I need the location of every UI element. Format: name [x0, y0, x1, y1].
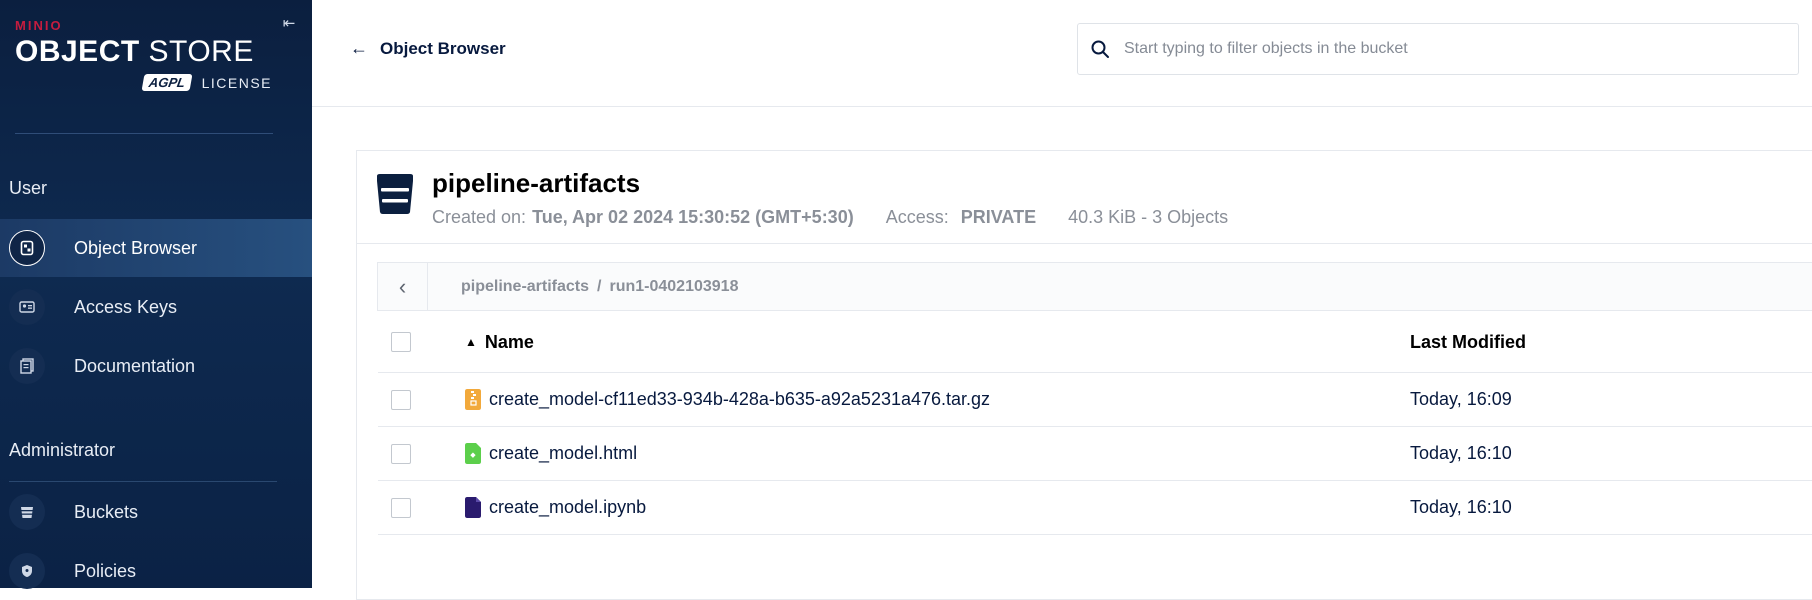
table-row[interactable]: create_model.ipynb Today, 16:10	[378, 481, 1812, 535]
back-to-object-browser-link[interactable]: ← Object Browser	[350, 38, 506, 59]
bucket-name: pipeline-artifacts	[432, 168, 641, 198]
page-header: ← Object Browser	[312, 0, 1812, 107]
access-keys-icon	[9, 289, 45, 325]
collapse-sidebar-icon[interactable]: ⇤	[277, 12, 301, 36]
object-name: create_model.html	[489, 443, 638, 463]
name-column-header[interactable]: ▲ Name	[465, 332, 534, 353]
access-label: Access:	[885, 207, 949, 227]
arrow-left-icon: ←	[350, 38, 368, 58]
object-name-cell[interactable]: ◆ create_model.html	[465, 443, 637, 464]
sidebar-item-buckets[interactable]: Buckets	[0, 483, 312, 541]
search-icon	[1091, 40, 1109, 58]
object-name-cell[interactable]: create_model-cf11ed33-934b-428a-b635-a92…	[465, 389, 990, 410]
object-name: create_model.ipynb	[489, 497, 647, 517]
logo-product: OBJECT STORE	[15, 35, 254, 68]
row-checkbox[interactable]	[391, 389, 411, 410]
sidebar-item-access-keys[interactable]: Access Keys	[0, 278, 312, 336]
back-link-label: Object Browser	[380, 38, 506, 58]
html-file-icon: ◆	[465, 443, 481, 464]
chevron-left-icon: ‹	[398, 273, 407, 299]
object-modified: Today, 16:09	[1410, 389, 1512, 409]
sort-ascending-icon: ▲	[465, 335, 477, 349]
bucket-panel: pipeline-artifacts Created on: Tue, Apr …	[356, 150, 1812, 600]
bucket-summary: 40.3 KiB - 3 Objects	[1068, 207, 1229, 227]
logo-license: AGPL LICENSE	[141, 74, 272, 91]
object-browser-icon	[9, 230, 45, 266]
sidebar: ⇤ MINIO OBJECT STORE AGPL LICENSE User O…	[0, 0, 312, 589]
minio-logo: MINIO OBJECT STORE AGPL LICENSE	[15, 18, 275, 98]
sidebar-item-object-browser[interactable]: Object Browser	[0, 219, 312, 277]
object-modified: Today, 16:10	[1410, 497, 1512, 517]
objects-table: ▲ Name Last Modified create_model-cf11ed…	[378, 312, 1812, 535]
notebook-file-icon	[465, 497, 481, 518]
bucket-meta: Created on: Tue, Apr 02 2024 15:30:52 (G…	[432, 207, 1228, 228]
table-row[interactable]: create_model-cf11ed33-934b-428a-b635-a92…	[378, 373, 1812, 427]
object-modified: Today, 16:10	[1410, 443, 1512, 463]
breadcrumb-bucket-link[interactable]: pipeline-artifacts	[461, 278, 589, 296]
created-value: Tue, Apr 02 2024 15:30:52 (GMT+5:30)	[532, 207, 854, 227]
policies-icon	[9, 553, 45, 589]
breadcrumb-separator: /	[597, 277, 602, 295]
last-modified-column-header[interactable]: Last Modified	[1410, 332, 1526, 353]
select-all-checkbox[interactable]	[391, 332, 411, 352]
breadcrumb-back-button[interactable]: ‹	[378, 263, 428, 310]
section-label-user: User	[9, 178, 48, 198]
object-name-cell[interactable]: create_model.ipynb	[465, 497, 646, 518]
breadcrumb-folder: run1-0402103918	[609, 277, 739, 295]
svg-text:◆: ◆	[470, 451, 476, 459]
row-checkbox[interactable]	[391, 443, 411, 464]
row-checkbox[interactable]	[391, 497, 411, 518]
agpl-badge: AGPL	[141, 74, 194, 91]
breadcrumb: ‹ pipeline-artifacts / run1-0402103918	[377, 262, 1812, 311]
search-input[interactable]	[1124, 40, 1764, 58]
bucket-icon	[375, 173, 415, 220]
breadcrumb-path: pipeline-artifacts / run1-0402103918	[461, 278, 738, 296]
meta-spacer	[1042, 207, 1062, 228]
archive-file-icon	[465, 389, 481, 410]
section-label-administrator: Administrator	[9, 440, 116, 460]
object-name: create_model-cf11ed33-934b-428a-b635-a92…	[489, 389, 991, 409]
documentation-icon	[9, 348, 45, 384]
object-filter-search[interactable]	[1077, 23, 1799, 75]
access-value: PRIVATE	[960, 207, 1037, 227]
sidebar-item-label: Object Browser	[74, 237, 198, 258]
meta-spacer	[860, 207, 880, 228]
sidebar-item-label: Buckets	[74, 501, 139, 522]
name-header-label: Name	[484, 331, 534, 352]
sidebar-item-label: Policies	[74, 560, 137, 581]
sidebar-item-documentation[interactable]: Documentation	[0, 337, 312, 395]
buckets-icon	[9, 494, 45, 530]
sidebar-item-label: Access Keys	[74, 296, 178, 317]
section-divider	[9, 481, 277, 482]
sidebar-divider	[15, 133, 273, 134]
table-header-row: ▲ Name Last Modified	[378, 312, 1812, 373]
logo-brand: MINIO	[15, 18, 63, 33]
sidebar-item-policies[interactable]: Policies	[0, 542, 312, 600]
sidebar-item-label: Documentation	[74, 355, 196, 376]
bucket-header: pipeline-artifacts Created on: Tue, Apr …	[357, 151, 1812, 244]
table-row[interactable]: ◆ create_model.html Today, 16:10	[378, 427, 1812, 481]
created-label: Created on:	[432, 207, 527, 227]
license-label: LICENSE	[201, 74, 272, 91]
